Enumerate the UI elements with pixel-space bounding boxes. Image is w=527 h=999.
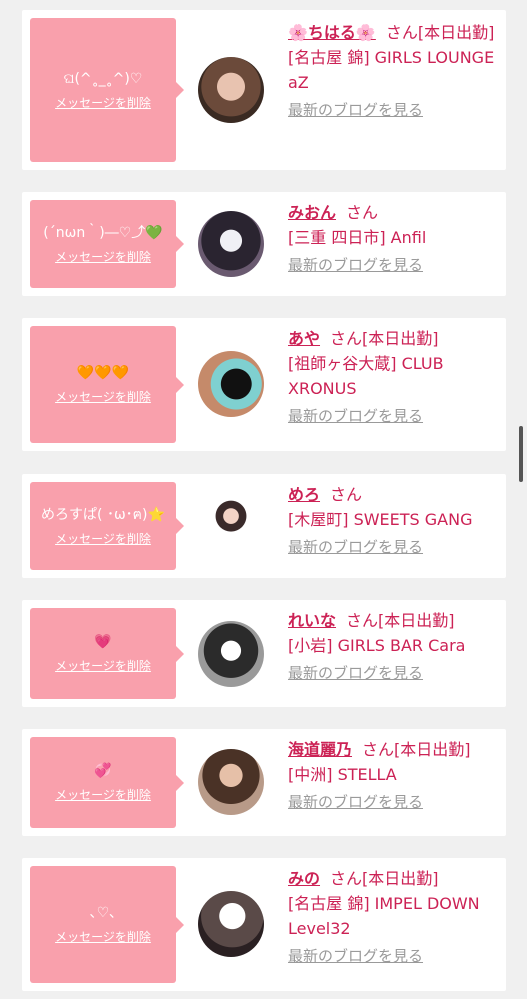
honorific: さん (385, 23, 418, 42)
cast-name-link[interactable]: あや (288, 329, 320, 348)
work-status: [本日出勤] (362, 869, 439, 888)
shop-info: [木屋町] SWEETS GANG (288, 510, 473, 529)
avatar[interactable] (198, 749, 264, 815)
avatar[interactable] (198, 351, 264, 417)
work-status: [本日出勤] (417, 23, 495, 42)
delete-message-link[interactable]: メッセージを削除 (55, 786, 151, 803)
honorific: さん (330, 485, 363, 504)
message-card: 🧡🧡🧡 メッセージを削除 あや さん[本日出勤] [祖師ヶ谷大蔵] CLUB XR… (22, 318, 506, 451)
message-text: 💞 (94, 763, 112, 779)
shop-info: [祖師ヶ谷大蔵] CLUB XRONUS (288, 354, 444, 398)
message-text: 💗 (94, 634, 112, 650)
honorific: さん (330, 869, 363, 888)
cast-name-link[interactable]: みおん (288, 203, 336, 222)
shop-info: [中洲] STELLA (288, 765, 397, 784)
latest-blog-link[interactable]: 最新のブログを見る (288, 536, 500, 557)
delete-message-link[interactable]: メッセージを削除 (55, 388, 151, 405)
delete-message-link[interactable]: メッセージを削除 (55, 530, 151, 547)
work-status: [本日出勤] (394, 740, 471, 759)
cast-info: みおん さん [三重 四日市] Anfil 最新のブログを見る (288, 200, 500, 275)
message-bubble: (´nωn｀)―♡⤴💚 メッセージを削除 (30, 200, 184, 288)
delete-message-link[interactable]: メッセージを削除 (55, 928, 151, 945)
cast-name-link[interactable]: れいな (288, 611, 336, 630)
delete-message-link[interactable]: メッセージを削除 (55, 94, 151, 111)
message-bubble: 💞 メッセージを削除 (30, 737, 184, 828)
shop-info: [小岩] GIRLS BAR Cara (288, 636, 466, 655)
honorific: さん (330, 329, 363, 348)
message-text: (´nωn｀)―♡⤴💚 (43, 224, 163, 241)
honorific: さん (362, 740, 395, 759)
message-text: めろすぱ( ･ω･ฅ)⭐ (41, 506, 165, 523)
shop-info: [名古屋 錦] IMPEL DOWN Level32 (288, 894, 480, 938)
latest-blog-link[interactable]: 最新のブログを見る (288, 791, 500, 812)
cast-name-link[interactable]: 🌸ちはる🌸 (288, 23, 376, 42)
honorific: さん (346, 203, 379, 222)
message-card: 💗 メッセージを削除 れいな さん[本日出勤] [小岩] GIRLS BAR Ca… (22, 600, 506, 707)
avatar[interactable] (198, 493, 264, 559)
honorific: さん (346, 611, 379, 630)
message-text: ､♡､ (89, 905, 117, 921)
avatar[interactable] (198, 57, 264, 123)
cast-info: れいな さん[本日出勤] [小岩] GIRLS BAR Cara 最新のブログを見… (288, 608, 500, 683)
latest-blog-link[interactable]: 最新のブログを見る (288, 945, 500, 966)
message-text: 🧡🧡🧡 (76, 365, 130, 381)
work-status: [本日出勤] (362, 329, 439, 348)
work-status: [本日出勤] (378, 611, 455, 630)
cast-info: あや さん[本日出勤] [祖師ヶ谷大蔵] CLUB XRONUS 最新のブログを見… (288, 326, 500, 426)
shop-info: [三重 四日市] Anfil (288, 228, 427, 247)
message-bubble: 💗 メッセージを削除 (30, 608, 184, 699)
cast-info: みの さん[本日出勤] [名古屋 錦] IMPEL DOWN Level32 最新… (288, 866, 500, 966)
shop-info: [名古屋 錦] GIRLS LOUNGE aZ (288, 48, 495, 92)
message-bubble: ଘ(^˳_˳^)♡ メッセージを削除 (30, 18, 184, 162)
latest-blog-link[interactable]: 最新のブログを見る (288, 405, 500, 426)
message-card: ､♡､ メッセージを削除 みの さん[本日出勤] [名古屋 錦] IMPEL DO… (22, 858, 506, 991)
scrollbar-thumb[interactable] (519, 426, 523, 482)
message-card: 💞 メッセージを削除 海道麗乃 さん[本日出勤] [中洲] STELLA 最新のブ… (22, 729, 506, 836)
avatar[interactable] (198, 621, 264, 687)
avatar[interactable] (198, 211, 264, 277)
delete-message-link[interactable]: メッセージを削除 (55, 248, 151, 265)
message-bubble: 🧡🧡🧡 メッセージを削除 (30, 326, 184, 443)
message-text: ଘ(^˳_˳^)♡ (63, 70, 143, 87)
cast-name-link[interactable]: 海道麗乃 (288, 740, 352, 759)
message-card: めろすぱ( ･ω･ฅ)⭐ メッセージを削除 めろ さん [木屋町] SWEETS … (22, 474, 506, 578)
delete-message-link[interactable]: メッセージを削除 (55, 657, 151, 674)
latest-blog-link[interactable]: 最新のブログを見る (288, 99, 500, 120)
cast-name-link[interactable]: めろ (288, 485, 320, 504)
cast-info: 海道麗乃 さん[本日出勤] [中洲] STELLA 最新のブログを見る (288, 737, 500, 812)
latest-blog-link[interactable]: 最新のブログを見る (288, 254, 500, 275)
message-bubble: めろすぱ( ･ω･ฅ)⭐ メッセージを削除 (30, 482, 184, 570)
message-bubble: ､♡､ メッセージを削除 (30, 866, 184, 983)
latest-blog-link[interactable]: 最新のブログを見る (288, 662, 500, 683)
cast-info: めろ さん [木屋町] SWEETS GANG 最新のブログを見る (288, 482, 500, 557)
avatar[interactable] (198, 891, 264, 957)
message-card: ଘ(^˳_˳^)♡ メッセージを削除 🌸ちはる🌸 さん[本日出勤] [名古屋 錦]… (22, 10, 506, 170)
message-card: (´nωn｀)―♡⤴💚 メッセージを削除 みおん さん [三重 四日市] Anfi… (22, 192, 506, 296)
cast-info: 🌸ちはる🌸 さん[本日出勤] [名古屋 錦] GIRLS LOUNGE aZ 最新… (288, 20, 500, 120)
cast-name-link[interactable]: みの (288, 869, 320, 888)
